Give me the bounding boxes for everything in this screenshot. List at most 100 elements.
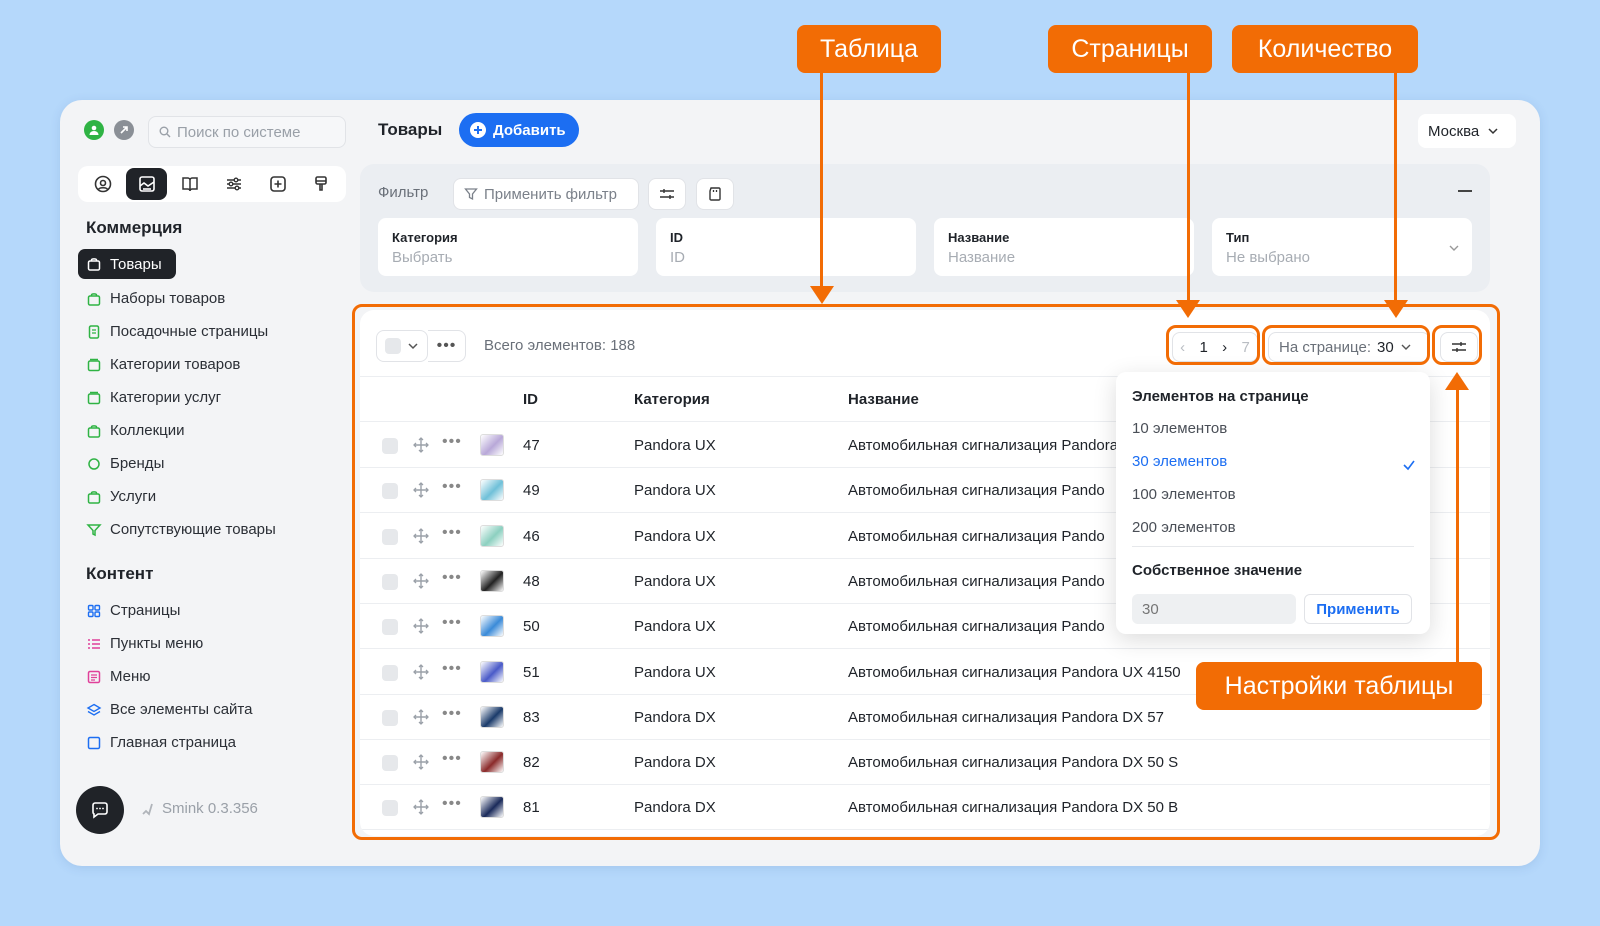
sliders-icon	[226, 177, 241, 191]
filter-field-label: Название	[948, 230, 1010, 245]
square-icon	[87, 736, 101, 749]
filter-field-category[interactable]: Категория Выбрать	[378, 218, 638, 276]
table-arrow	[820, 72, 823, 294]
commerce-nav: Товары Наборы товаров Посадочные страницы К…	[78, 249, 348, 546]
search-placeholder: Поиск по системе	[177, 123, 301, 141]
filter-settings-button[interactable]	[648, 178, 686, 210]
filter-field-type[interactable]: Тип Не выбрано	[1212, 218, 1472, 276]
nav-item-label: Меню	[110, 668, 151, 685]
filter-field-label: ID	[670, 230, 683, 245]
pages-arrow	[1187, 72, 1190, 308]
menu-icon	[87, 670, 101, 683]
add-button-label: Добавить	[493, 121, 566, 139]
folder-icon	[87, 391, 101, 404]
dashboard-tool[interactable]	[82, 168, 124, 200]
nav-item-label: Страницы	[110, 602, 181, 619]
page-title: Товары	[378, 120, 443, 139]
filter-field-placeholder: Не выбрано	[1226, 249, 1310, 266]
chat-icon	[92, 802, 108, 819]
commerce-tool[interactable]	[125, 168, 168, 200]
content-nav-item[interactable]: Меню	[78, 660, 348, 693]
commerce-title: Коммерция	[86, 218, 183, 237]
image-icon	[138, 176, 155, 192]
add-button[interactable]: Добавить	[459, 113, 579, 147]
content-nav-item[interactable]: Страницы	[78, 594, 348, 627]
brush-tool[interactable]	[300, 168, 342, 200]
filter-field-id[interactable]: ID ID	[656, 218, 916, 276]
settings-tool[interactable]	[213, 168, 255, 200]
plus-tool[interactable]	[257, 168, 299, 200]
commerce-nav-item[interactable]: Категории услуг	[78, 381, 348, 414]
commerce-nav-item[interactable]: Наборы товаров	[78, 282, 348, 315]
content-nav-item[interactable]: Все элементы сайта	[78, 693, 348, 726]
nav-item-label: Посадочные страницы	[110, 323, 269, 340]
book-icon	[182, 177, 198, 192]
settings-highlight	[1432, 325, 1482, 365]
nav-item-label: Наборы товаров	[110, 290, 226, 307]
arrow-head-icon	[810, 286, 834, 304]
commerce-nav-item[interactable]: Бренды	[78, 447, 348, 480]
brush-icon	[315, 176, 327, 191]
search-input[interactable]: Поиск по системе	[148, 116, 346, 148]
sd-card-icon	[709, 187, 721, 201]
sidebar: Поиск по системе Коммерция Товары Наборы…	[60, 100, 360, 866]
nav-item-label: Пункты меню	[110, 635, 204, 652]
brush-icon	[142, 803, 153, 816]
commerce-nav-item[interactable]: Услуги	[78, 480, 348, 513]
dashboard-icon	[94, 175, 112, 193]
commerce-nav-item[interactable]: Категории товаров	[78, 348, 348, 381]
save-filter-button[interactable]	[696, 178, 734, 210]
nav-item-label: Категории услуг	[110, 389, 222, 406]
commerce-nav-item[interactable]: Посадочные страницы	[78, 315, 348, 348]
filter-field-placeholder: Название	[948, 249, 1016, 266]
city-select[interactable]: Москва	[1418, 114, 1516, 148]
plus-circle-icon	[470, 122, 486, 138]
top-icons	[84, 120, 134, 140]
list-icon	[88, 638, 100, 649]
pages-callout: Страницы	[1048, 25, 1212, 73]
version-text: Smink 0.3.356	[162, 800, 258, 817]
apply-filter-label: Применить фильтр	[484, 185, 618, 203]
arrow-head-icon	[1176, 300, 1200, 318]
external-link-icon[interactable]	[114, 120, 134, 140]
filter-field-name[interactable]: Название Название	[934, 218, 1194, 276]
profile-icon[interactable]	[84, 120, 104, 140]
nav-item-label: Главная страница	[110, 734, 236, 751]
filter-panel: Фильтр Применить фильтр Категория Выбрат…	[360, 164, 1490, 292]
chevron-down-icon	[1449, 245, 1459, 251]
nav-item-label: Товары	[110, 255, 162, 273]
content-title: Контент	[86, 564, 154, 583]
filter-field-placeholder: ID	[670, 249, 685, 266]
filter-label: Фильтр	[378, 184, 429, 201]
sliders-icon	[660, 189, 674, 199]
content-nav-item[interactable]: Главная страница	[78, 726, 348, 759]
count-arrow	[1394, 72, 1397, 308]
nav-item-label: Коллекции	[110, 422, 185, 439]
commerce-nav-item[interactable]: Товары	[78, 249, 176, 279]
bag-icon	[87, 424, 101, 438]
content-nav-item[interactable]: Пункты меню	[78, 627, 348, 660]
content-tool[interactable]	[169, 168, 211, 200]
commerce-nav-item[interactable]: Коллекции	[78, 414, 348, 447]
badge-icon	[88, 457, 100, 470]
filter-field-placeholder: Выбрать	[392, 249, 453, 266]
layers-icon	[86, 703, 102, 716]
collapse-icon[interactable]	[1458, 190, 1472, 192]
nav-item-label: Бренды	[110, 455, 165, 472]
bag-icon	[87, 292, 101, 306]
nav-item-label: Сопутствующие товары	[110, 521, 276, 538]
chat-button[interactable]	[76, 786, 124, 834]
version-label: Smink 0.3.356	[140, 800, 258, 817]
bag-icon	[87, 490, 101, 504]
apply-filter-button[interactable]: Применить фильтр	[453, 178, 639, 210]
commerce-nav-item[interactable]: Сопутствующие товары	[78, 513, 348, 546]
search-icon	[159, 126, 171, 138]
arrow-head-icon	[1384, 300, 1408, 318]
filter-field-label: Тип	[1226, 230, 1250, 245]
settings-arrow	[1456, 386, 1459, 666]
nav-item-label: Категории товаров	[110, 356, 241, 373]
grid-icon	[87, 604, 101, 617]
settings-callout: Настройки таблицы	[1196, 662, 1482, 710]
doc-icon	[88, 324, 100, 339]
funnel-icon	[86, 523, 102, 536]
